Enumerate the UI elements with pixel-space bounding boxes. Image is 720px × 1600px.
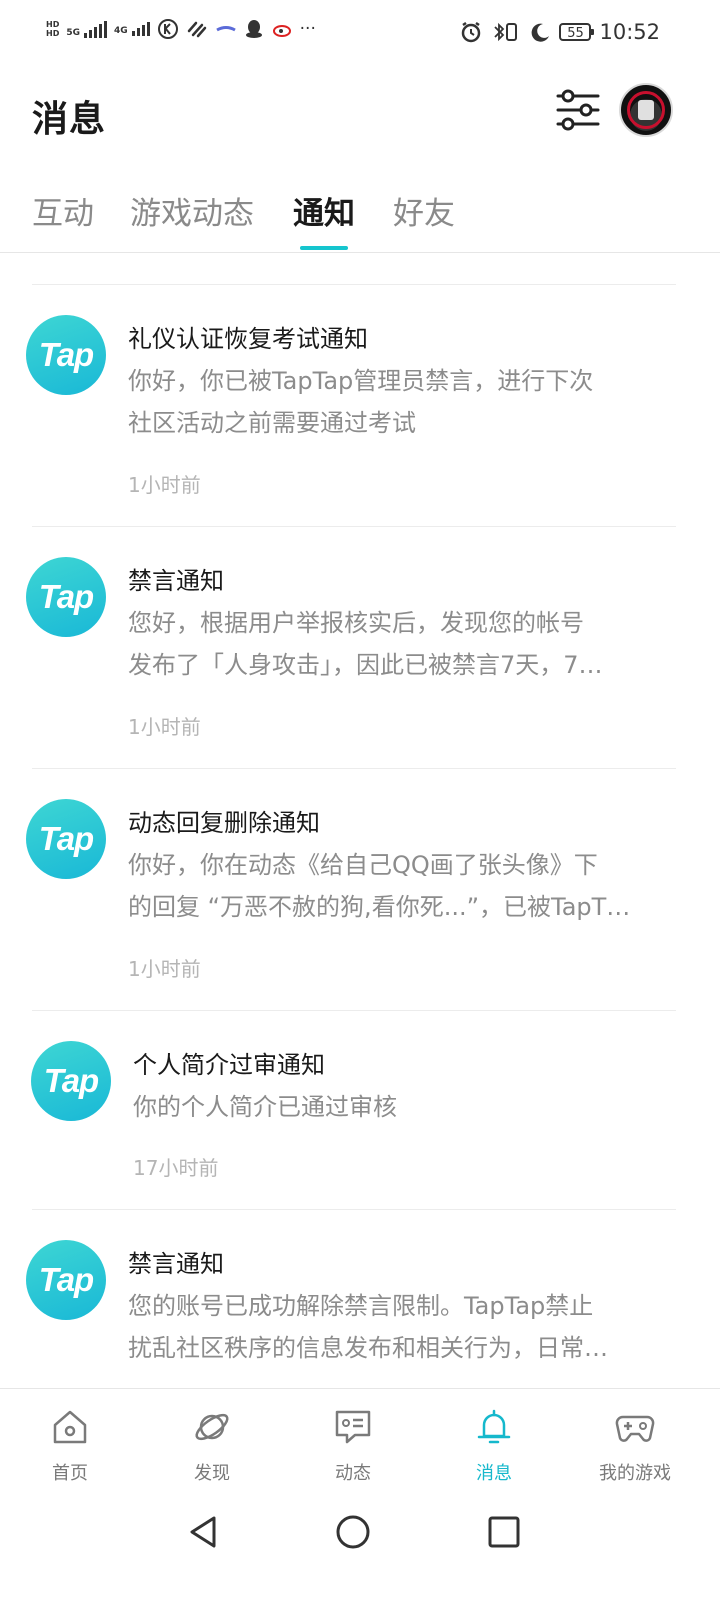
notification-body-line: 您好，根据用户举报核实后，发现您的帐号 [128,609,584,637]
taptap-logo-icon: Tap [31,1041,111,1121]
notification-body-line: 你好，你在动态《给自己QQ画了张头像》下 [128,851,598,879]
taptap-logo-icon: Tap [26,799,106,879]
filter-settings-icon[interactable] [554,88,602,132]
nav-messages[interactable]: 消息 [434,1389,554,1495]
nav-home[interactable]: 首页 [10,1389,130,1495]
notification-title: 动态回复删除通知 [128,809,320,837]
qq-icon [245,20,262,38]
planet-icon [195,1413,229,1441]
notification-time: 1小时前 [128,473,201,497]
notification-item[interactable]: Tap 禁言通知 您的账号已成功解除禁言限制。TapTap禁止 扰乱社区秩序的信… [0,1210,720,1388]
notification-title: 禁言通知 [128,1250,224,1278]
avatar-face [638,100,654,120]
signal-4g-icon: 4G [114,22,150,36]
notification-body: 你好，你在动态《给自己QQ画了张头像》下 的回复 “万恶不赦的狗,看你死...”… [128,844,676,928]
tab-game-updates[interactable]: 游戏动态 [130,188,254,233]
tab-friends[interactable]: 好友 [393,188,455,233]
tab-interaction[interactable]: 互动 [32,188,94,233]
notification-body-line: 你好，你已被TapTap管理员禁言，进行下次 [128,367,594,395]
status-bar: HD HD 5G 4G ··· 55 10:52 [0,0,720,70]
clock: 10:52 [599,20,660,44]
system-nav-bar [0,1494,720,1600]
notification-body: 你好，你已被TapTap管理员禁言，进行下次 社区活动之前需要通过考试 [128,360,676,444]
status-right: 55 10:52 [459,20,660,44]
wave-app-icon [215,26,236,32]
tab-notifications[interactable]: 通知 [293,188,355,233]
message-tabs: 互动 游戏动态 通知 好友 [0,160,720,253]
hd-label: HD [46,29,60,38]
nav-label: 首页 [52,1463,88,1484]
nav-label: 消息 [476,1463,512,1484]
page-title: 消息 [32,99,107,140]
link-app-icon [187,21,206,38]
active-tab-indicator [300,246,348,250]
notification-body: 你的个人简介已通过审核 [133,1086,681,1128]
k-app-icon [157,19,178,39]
user-avatar[interactable] [619,83,673,137]
back-icon[interactable] [186,1514,220,1550]
nav-my-games[interactable]: 我的游戏 [575,1389,695,1495]
network-label: 4G [114,26,128,36]
nav-label: 我的游戏 [599,1463,671,1484]
moon-icon [532,23,550,42]
bottom-nav: 首页 发现 动态 消息 我的游戏 [0,1388,720,1495]
notification-body-line: 您的账号已成功解除禁言限制。TapTap禁止 [128,1292,594,1320]
notification-body-line: 社区活动之前需要通过考试 [128,409,416,437]
notification-title: 个人简介过审通知 [133,1051,325,1079]
network-label: 5G [66,27,80,38]
notification-body-line: 发布了「人身攻击」，因此已被禁言7天，7… [128,651,603,679]
more-notifications-icon: ··· [299,19,316,39]
nav-label: 发现 [194,1463,230,1484]
gamepad-icon [615,1415,655,1442]
notification-item[interactable]: Tap 禁言通知 您好，根据用户举报核实后，发现您的帐号 发布了「人身攻击」，因… [0,527,720,768]
taptap-logo-icon: Tap [26,557,106,637]
battery-icon: 55 [559,23,595,41]
notification-time: 17小时前 [133,1156,219,1180]
notification-body: 您好，根据用户举报核实后，发现您的帐号 发布了「人身攻击」，因此已被禁言7天，7… [128,602,676,686]
bluetooth-vibrate-icon [494,22,518,42]
weibo-icon [272,25,291,37]
notification-time: 1小时前 [128,957,201,981]
notification-item[interactable]: Tap 动态回复删除通知 你好，你在动态《给自己QQ画了张头像》下 的回复 “万… [0,769,720,1010]
notification-time: 1小时前 [128,715,201,739]
taptap-logo-icon: Tap [26,315,106,395]
notification-item[interactable]: Tap 个人简介过审通知 你的个人简介已通过审核 17小时前 [0,1011,720,1209]
notification-title: 礼仪认证恢复考试通知 [128,325,368,353]
alarm-icon [462,21,481,43]
recent-apps-icon[interactable] [487,1515,521,1549]
home-circle-icon[interactable] [335,1514,371,1550]
signal-5g-icon: 5G [66,20,107,38]
notification-body-line: 扰乱社区秩序的信息发布和相关行为，日常… [128,1334,608,1362]
notification-body-line: 你的个人简介已通过审核 [133,1093,397,1121]
bell-icon [477,1409,511,1444]
notification-item[interactable]: Tap 礼仪认证恢复考试通知 你好，你已被TapTap管理员禁言，进行下次 社区… [0,285,720,526]
notification-body-line: 的回复 “万恶不赦的狗,看你死...”，已被TapT… [128,893,631,921]
feed-icon [335,1410,371,1444]
header: 消息 [0,70,720,160]
hd-label: HD [46,20,60,29]
nav-label: 动态 [335,1463,371,1484]
taptap-logo-icon: Tap [26,1240,106,1320]
hd-indicator: HD HD [46,20,59,38]
nav-discover[interactable]: 发现 [152,1389,272,1495]
notification-title: 禁言通知 [128,567,224,595]
notification-body: 您的账号已成功解除禁言限制。TapTap禁止 扰乱社区秩序的信息发布和相关行为，… [128,1285,676,1369]
nav-feed[interactable]: 动态 [293,1389,413,1495]
status-left: HD HD 5G 4G ··· [46,18,316,40]
home-icon [53,1410,87,1444]
